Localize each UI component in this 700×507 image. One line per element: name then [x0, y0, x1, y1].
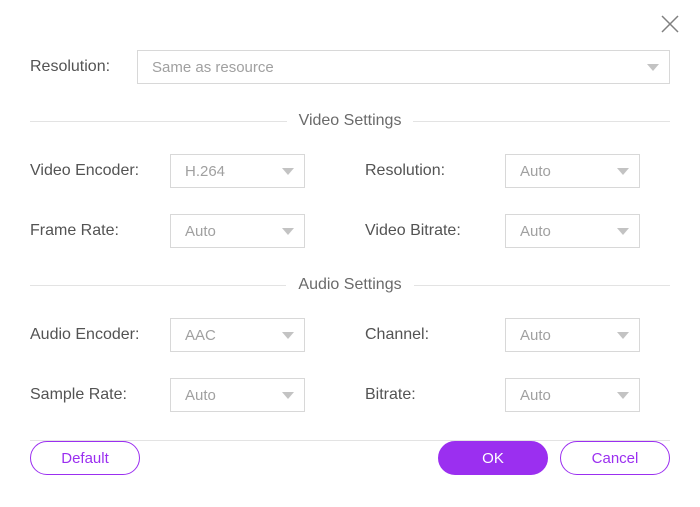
chevron-down-icon — [282, 392, 294, 399]
chevron-down-icon — [647, 64, 659, 71]
channel-select[interactable]: Auto — [505, 318, 640, 352]
chevron-down-icon — [282, 228, 294, 235]
audio-bitrate-value: Auto — [520, 387, 551, 404]
framerate-label: Frame Rate: — [30, 222, 170, 240]
chevron-down-icon — [617, 168, 629, 175]
top-resolution-select[interactable]: Same as resource — [137, 50, 670, 84]
channel-value: Auto — [520, 327, 551, 344]
chevron-down-icon — [617, 228, 629, 235]
audio-encoder-value: AAC — [185, 327, 216, 344]
audio-bitrate-label: Bitrate: — [365, 386, 505, 404]
chevron-down-icon — [617, 332, 629, 339]
chevron-down-icon — [282, 168, 294, 175]
video-section-divider: Video Settings — [30, 112, 670, 130]
default-button[interactable]: Default — [30, 441, 140, 475]
audio-encoder-select[interactable]: AAC — [170, 318, 305, 352]
samplerate-label: Sample Rate: — [30, 386, 170, 404]
video-resolution-select[interactable]: Auto — [505, 154, 640, 188]
video-resolution-label: Resolution: — [365, 162, 505, 180]
channel-label: Channel: — [365, 326, 505, 344]
video-encoder-select[interactable]: H.264 — [170, 154, 305, 188]
close-icon — [658, 12, 682, 36]
samplerate-select[interactable]: Auto — [170, 378, 305, 412]
cancel-button[interactable]: Cancel — [560, 441, 670, 475]
video-encoder-label: Video Encoder: — [30, 162, 170, 180]
audio-bitrate-select[interactable]: Auto — [505, 378, 640, 412]
framerate-value: Auto — [185, 223, 216, 240]
top-resolution-value: Same as resource — [152, 59, 274, 76]
audio-encoder-label: Audio Encoder: — [30, 326, 170, 344]
chevron-down-icon — [617, 392, 629, 399]
video-resolution-value: Auto — [520, 163, 551, 180]
top-resolution-label: Resolution: — [30, 58, 125, 76]
audio-section-divider: Audio Settings — [30, 276, 670, 294]
video-section-title: Video Settings — [287, 112, 414, 130]
ok-button[interactable]: OK — [438, 441, 548, 475]
cancel-button-label: Cancel — [592, 450, 639, 467]
close-button[interactable] — [658, 12, 682, 36]
samplerate-value: Auto — [185, 387, 216, 404]
chevron-down-icon — [282, 332, 294, 339]
video-bitrate-label: Video Bitrate: — [365, 222, 505, 240]
video-bitrate-select[interactable]: Auto — [505, 214, 640, 248]
framerate-select[interactable]: Auto — [170, 214, 305, 248]
audio-section-title: Audio Settings — [286, 276, 413, 294]
video-encoder-value: H.264 — [185, 163, 225, 180]
default-button-label: Default — [61, 450, 109, 467]
video-bitrate-value: Auto — [520, 223, 551, 240]
ok-button-label: OK — [482, 450, 504, 467]
